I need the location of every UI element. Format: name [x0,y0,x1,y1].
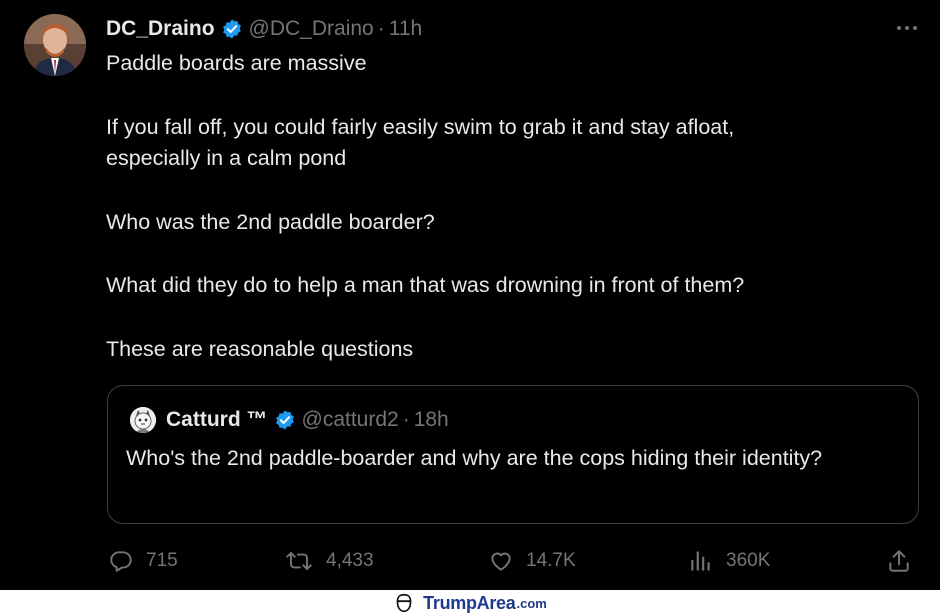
separator: · [402,408,410,431]
tweet-text-line: What did they do to help a man that was … [106,273,745,297]
verified-badge-icon [274,409,296,431]
reply-icon [108,548,134,574]
verified-badge-icon [221,18,243,40]
watermark-tld: .com [516,595,547,611]
retweet-button[interactable]: 4,433 [284,545,374,577]
quoted-handle[interactable]: @catturd2 [302,408,399,432]
handle[interactable]: @DC_Draino [249,17,374,41]
share-button[interactable] [886,545,912,577]
views-count: 360K [726,550,771,571]
tweet-text-line: Paddle boards are massive [106,51,367,75]
quoted-display-name[interactable]: Catturd ™ [166,408,268,432]
reply-count: 715 [146,550,178,571]
quoted-timestamp[interactable]: 18h [414,408,449,432]
views-button[interactable]: 360K [688,545,770,577]
tweet-text-line: These are reasonable questions [106,337,414,361]
watermark-bar: TrumpArea .com [0,590,940,616]
tweet-text-line: especially in a calm pond [106,146,347,170]
watermark-logo-icon [393,592,415,614]
more-icon[interactable] [892,16,922,40]
retweet-count: 4,433 [326,550,374,571]
quoted-avatar[interactable] [130,407,156,433]
quoted-tweet-header: Catturd ™ @catturd2 · 18h [130,406,449,434]
like-button[interactable]: 14.7K [488,545,576,577]
like-icon [488,548,514,574]
reply-button[interactable]: 715 [108,545,178,577]
tweet-text-line: Who was the 2nd paddle boarder? [106,210,435,234]
quoted-tweet[interactable]: Catturd ™ @catturd2 · 18h Who's the 2nd … [107,385,919,524]
tweet-text-line: If you fall off, you could fairly easily… [106,115,735,139]
share-icon [886,548,912,574]
timestamp[interactable]: 11h [389,17,422,41]
retweet-icon [284,548,314,574]
like-count: 14.7K [526,550,576,571]
avatar[interactable] [24,14,86,76]
views-icon [688,548,714,574]
quoted-tweet-text: Who's the 2nd paddle-boarder and why are… [126,446,823,470]
watermark-brand: TrumpArea [423,592,516,613]
display-name[interactable]: DC_Draino [106,17,215,41]
tweet-header: DC_Draino @DC_Draino · 11h [106,15,422,43]
separator: · [377,17,385,40]
